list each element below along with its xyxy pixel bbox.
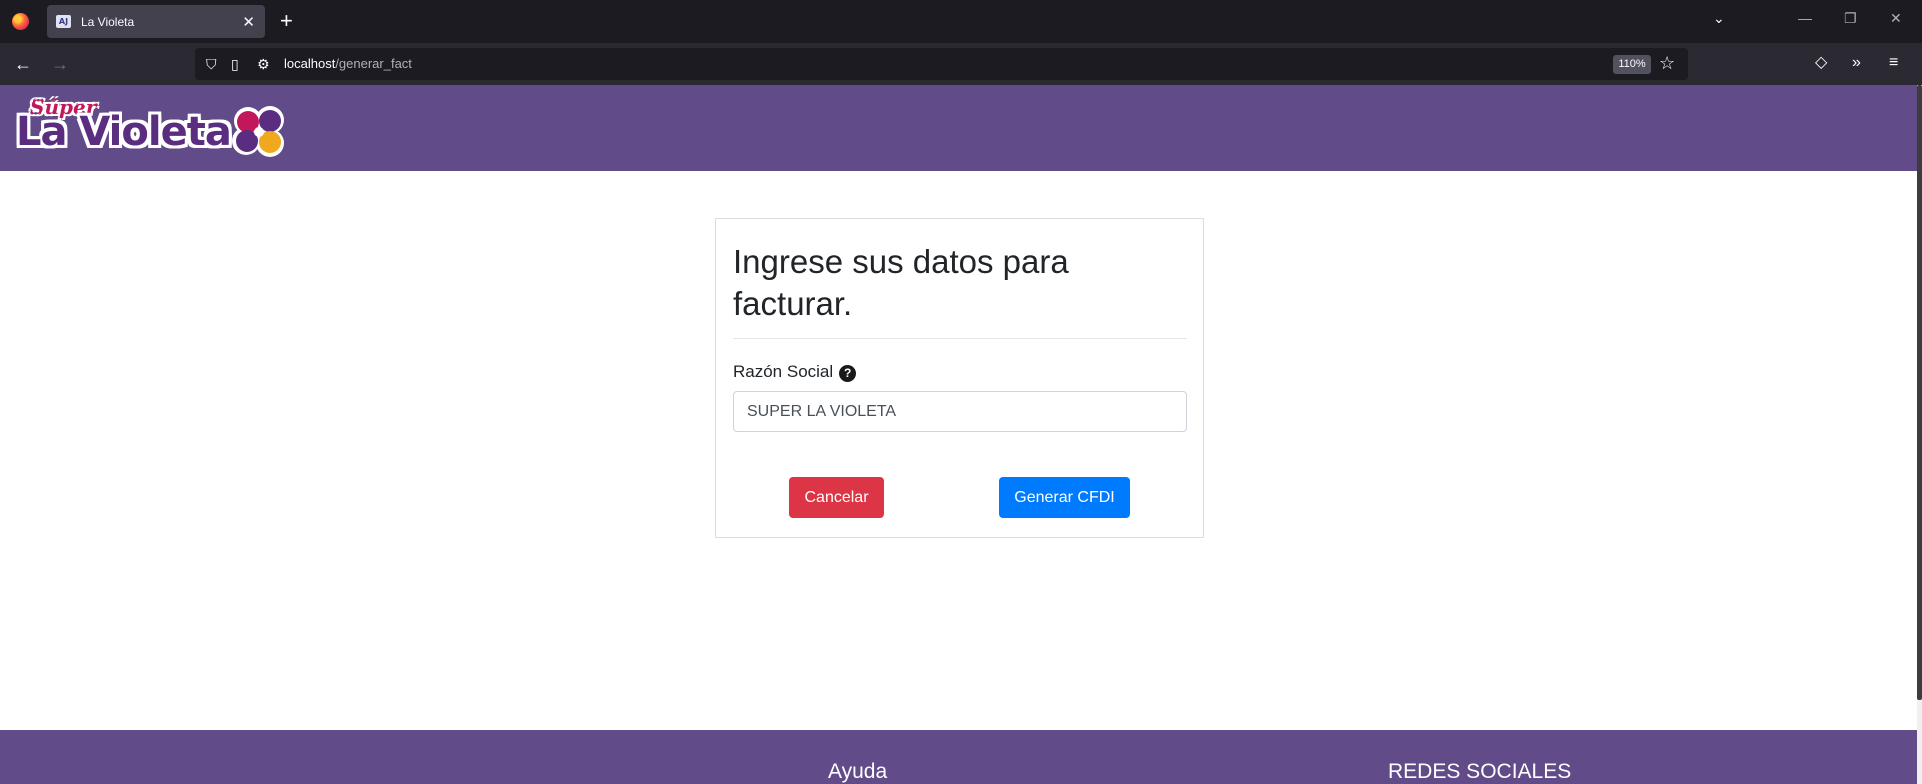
tab-favicon-icon: AJ [56, 15, 71, 28]
razon-social-input[interactable] [733, 391, 1187, 432]
logo-name-text: La Violeta [16, 109, 232, 155]
site-header: Súper La Violeta [0, 85, 1917, 171]
invoice-form-card: Ingrese sus datos para facturar. Razón S… [715, 218, 1204, 538]
page-icon[interactable]: ▯ [231, 55, 239, 73]
permissions-icon[interactable]: ⚙ [257, 55, 270, 73]
footer-help-heading: Ayuda [828, 760, 888, 783]
generate-cfdi-button[interactable]: Generar CFDI [999, 477, 1130, 518]
bookmark-star-icon[interactable]: ☆ [1659, 53, 1675, 74]
forward-icon[interactable]: → [51, 52, 69, 76]
browser-tab-bar: AJ La Violeta ✕ + ⌄ — ❐ ✕ [0, 0, 1922, 43]
cancel-button[interactable]: Cancelar [789, 477, 884, 518]
razon-social-label-row: Razón Social ? [733, 361, 857, 382]
page-title: Ingrese sus datos para facturar. [733, 243, 1069, 322]
close-window-icon[interactable]: ✕ [1890, 10, 1902, 27]
la-violeta-logo[interactable]: Súper La Violeta [16, 95, 291, 161]
shield-icon[interactable]: ⛉ [206, 55, 217, 73]
browser-nav-bar: ← → ⛉ ▯ ⚙ localhost/generar_fact 110% ☆ … [0, 43, 1922, 85]
url-text[interactable]: localhost/generar_fact [284, 56, 412, 71]
list-all-tabs-icon[interactable]: ⌄ [1713, 10, 1725, 27]
firefox-icon[interactable] [12, 13, 29, 30]
help-icon[interactable]: ? [839, 365, 857, 382]
app-menu-icon[interactable]: ≡ [1889, 52, 1898, 74]
overflow-menu-icon[interactable]: » [1852, 52, 1861, 74]
razon-social-label: Razón Social [733, 361, 834, 381]
close-tab-icon[interactable]: ✕ [242, 13, 255, 31]
site-footer: Ayuda REDES SOCIALES [0, 730, 1917, 784]
footer-social-heading: REDES SOCIALES [1388, 760, 1572, 783]
back-icon[interactable]: ← [14, 52, 32, 76]
url-host: localhost [284, 56, 336, 71]
page-scrollbar-thumb[interactable] [1917, 85, 1922, 700]
browser-tab[interactable]: AJ La Violeta ✕ [47, 5, 265, 38]
url-path: /generar_fact [335, 56, 412, 71]
url-bar[interactable]: ⛉ ▯ ⚙ localhost/generar_fact 110% ☆ [195, 48, 1688, 80]
tab-title: La Violeta [81, 14, 135, 29]
minimize-icon[interactable]: — [1798, 10, 1812, 26]
restore-icon[interactable]: ❐ [1844, 10, 1857, 27]
flower-logo-icon [232, 106, 284, 157]
zoom-level-badge[interactable]: 110% [1613, 55, 1651, 74]
new-tab-icon[interactable]: + [280, 9, 293, 33]
divider [733, 338, 1187, 339]
pocket-icon[interactable]: ◇ [1815, 52, 1827, 74]
